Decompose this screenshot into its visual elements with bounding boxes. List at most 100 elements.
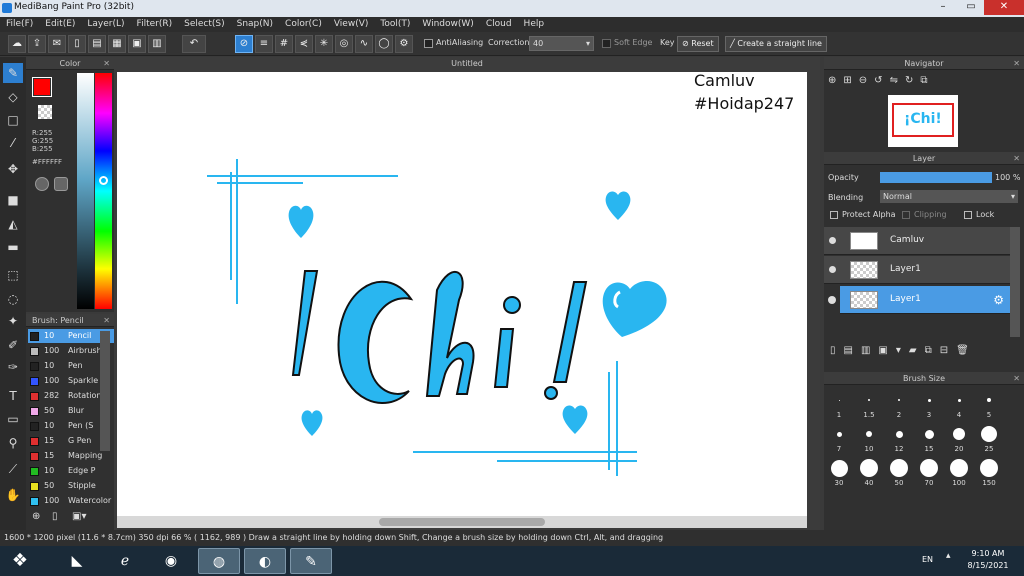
maximize-button[interactable]: ▭ xyxy=(958,0,984,15)
eraser-tool-icon[interactable]: ◇ xyxy=(3,87,23,107)
brush-size-option[interactable]: 150 xyxy=(976,459,1002,487)
menu-file[interactable]: File(F) xyxy=(0,17,39,32)
move-tool-icon[interactable]: ✥ xyxy=(3,159,23,179)
coccoc-icon[interactable]: ◉ xyxy=(150,548,192,574)
select-pen-icon[interactable]: ✐ xyxy=(3,335,23,355)
brush-size-option[interactable]: 50 xyxy=(886,459,912,487)
menu-edit[interactable]: Edit(E) xyxy=(39,17,81,32)
hand-tool-icon[interactable]: ✋ xyxy=(3,485,23,505)
bucket-tool-icon[interactable]: ◭ xyxy=(3,214,23,234)
panel-close-icon[interactable]: ✕ xyxy=(1013,57,1020,70)
folder-icon[interactable]: ▰ xyxy=(909,345,925,356)
snap-radial-icon[interactable]: ✳ xyxy=(315,35,333,53)
rotate-left-icon[interactable]: ↺ xyxy=(874,75,889,86)
brush-size-option[interactable]: 25 xyxy=(976,425,1002,453)
layer-scrollbar[interactable] xyxy=(1010,227,1020,337)
clipping-checkbox[interactable] xyxy=(902,211,910,219)
menu-view[interactable]: View(V) xyxy=(328,17,375,32)
duplicate-layer-icon[interactable]: ⧉ xyxy=(925,345,940,356)
layer-row-selected[interactable]: Layer1 ⚙ xyxy=(840,286,1010,314)
brush-size-option[interactable]: 30 xyxy=(826,459,852,487)
brush-size-option[interactable]: 15 xyxy=(916,425,942,453)
secondary-color-swatch[interactable] xyxy=(38,105,52,119)
internet-explorer-icon[interactable]: ℯ xyxy=(104,548,146,574)
palette-icon[interactable] xyxy=(35,177,49,191)
start-button[interactable]: ❖ xyxy=(0,548,40,574)
soft-edge-checkbox[interactable] xyxy=(602,39,611,48)
brush-size-option[interactable]: 7 xyxy=(826,425,852,453)
blending-select[interactable]: Normal ▾ xyxy=(880,190,1018,203)
save-icon[interactable]: ▤ xyxy=(88,35,106,53)
add-layer-menu-icon[interactable]: ▣▾ xyxy=(878,345,908,356)
lasso-tool-icon[interactable]: ◌ xyxy=(3,289,23,309)
close-button[interactable]: ✕ xyxy=(984,0,1024,15)
brush-size-option[interactable]: 2 xyxy=(886,391,912,419)
flip-icon[interactable]: ⇋ xyxy=(890,75,905,86)
brush-size-option[interactable]: 3 xyxy=(916,391,942,419)
brush-tool-icon[interactable]: ✎ xyxy=(3,63,23,83)
menu-color[interactable]: Color(C) xyxy=(279,17,328,32)
panel-close-icon[interactable]: ✕ xyxy=(1013,152,1020,165)
protect-alpha-checkbox[interactable] xyxy=(830,211,838,219)
export-icon[interactable]: ▣ xyxy=(128,35,146,53)
menu-filter[interactable]: Filter(R) xyxy=(131,17,179,32)
snap-off-icon[interactable]: ⊘ xyxy=(235,35,253,53)
hue-handle[interactable] xyxy=(99,176,108,185)
scroll-thumb[interactable] xyxy=(379,518,545,526)
brightness-slider[interactable] xyxy=(77,73,94,309)
lock-checkbox[interactable] xyxy=(964,211,972,219)
menu-select[interactable]: Select(S) xyxy=(178,17,231,32)
menu-layer[interactable]: Layer(L) xyxy=(81,17,130,32)
eyedropper-tool-icon[interactable]: ⚲ xyxy=(3,433,23,453)
select-eraser-icon[interactable]: ✑ xyxy=(3,357,23,377)
gradient-tool-icon[interactable]: ▬ xyxy=(3,237,23,257)
brush-size-option[interactable]: 100 xyxy=(946,459,972,487)
straight-line-button[interactable]: ╱ Create a straight line xyxy=(725,36,827,52)
new-file-icon[interactable]: ▯ xyxy=(68,35,86,53)
correction-select[interactable]: 40 ▾ xyxy=(529,36,594,51)
divide-tool-icon[interactable]: ▭ xyxy=(3,409,23,429)
layers-icon[interactable]: ▥ xyxy=(148,35,166,53)
brush-size-option[interactable]: 12 xyxy=(886,425,912,453)
snap-curve-icon[interactable]: ∿ xyxy=(355,35,373,53)
comment-icon[interactable]: ✉ xyxy=(48,35,66,53)
select-tool-icon[interactable]: ⬚ xyxy=(3,265,23,285)
merge-layer-icon[interactable]: ⊟ xyxy=(940,345,956,356)
text-tool-icon[interactable]: T xyxy=(3,386,23,406)
brush-size-option[interactable]: 10 xyxy=(856,425,882,453)
brush-size-option[interactable]: 4 xyxy=(946,391,972,419)
visibility-icon[interactable] xyxy=(829,237,836,244)
horizontal-scrollbar[interactable] xyxy=(117,516,807,528)
brush-size-option[interactable]: 40 xyxy=(856,459,882,487)
snap-grid-icon[interactable]: # xyxy=(275,35,293,53)
zoom-out-icon[interactable]: ⊖ xyxy=(859,75,874,86)
menu-window[interactable]: Window(W) xyxy=(416,17,479,32)
share-icon[interactable]: ⇪ xyxy=(28,35,46,53)
add-brush-icon[interactable]: ⊕ xyxy=(32,511,48,525)
menu-help[interactable]: Help xyxy=(518,17,551,32)
new-brush-icon[interactable]: ▯ xyxy=(52,511,68,525)
brush-list-scrollbar[interactable] xyxy=(100,331,110,451)
panel-close-icon[interactable]: ✕ xyxy=(103,314,110,327)
chrome-icon[interactable]: ◍ xyxy=(198,548,240,574)
reset-view-icon[interactable]: ⧉ xyxy=(920,75,934,86)
menu-tool[interactable]: Tool(T) xyxy=(374,17,416,32)
settings-icon[interactable]: ⚙ xyxy=(395,35,413,53)
brush-list-item[interactable]: 50 Stipple xyxy=(28,479,114,493)
minimize-button[interactable]: – xyxy=(930,0,956,15)
paint-icon[interactable]: ✎ xyxy=(290,548,332,574)
menu-cloud[interactable]: Cloud xyxy=(480,17,518,32)
fit-icon[interactable]: ⊞ xyxy=(843,75,858,86)
panel-close-icon[interactable]: ✕ xyxy=(1013,372,1020,385)
brush-list-item[interactable]: 100 Watercolor xyxy=(28,494,114,508)
medibang-icon[interactable]: ◐ xyxy=(244,548,286,574)
snap-ellipse-icon[interactable]: ◯ xyxy=(375,35,393,53)
antialiasing-checkbox[interactable] xyxy=(424,39,433,48)
volume-icon[interactable]: ▴ xyxy=(946,551,951,561)
panel-close-icon[interactable]: ✕ xyxy=(103,57,110,70)
dot-tool-icon[interactable]: ⁄ xyxy=(3,133,23,153)
rotate-right-icon[interactable]: ↻ xyxy=(905,75,920,86)
hue-slider[interactable] xyxy=(95,73,112,309)
visibility-icon[interactable] xyxy=(829,266,836,273)
grid-save-icon[interactable]: ▦ xyxy=(108,35,126,53)
